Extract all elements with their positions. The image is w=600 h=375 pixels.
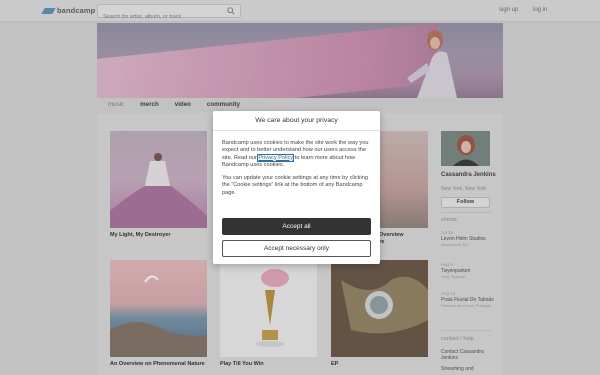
logo-text: bandcamp: [57, 6, 96, 15]
album-cover-art: [110, 153, 207, 228]
album-cover-art: [110, 275, 207, 357]
artist-photo[interactable]: [441, 131, 490, 166]
tab-community[interactable]: community: [207, 101, 240, 108]
banner-figure-image: [407, 30, 457, 98]
tab-video[interactable]: video: [175, 101, 191, 108]
bandcamp-logo-mark-icon: [41, 7, 56, 14]
dialog-title: We care about your privacy: [213, 111, 380, 131]
login-link[interactable]: log in: [533, 7, 547, 13]
album-cover-art: [331, 260, 428, 357]
signup-link[interactable]: sign up: [499, 7, 518, 13]
album-cover[interactable]: [331, 260, 428, 357]
streaming-link[interactable]: Streaming and: [441, 366, 501, 372]
album-title[interactable]: My Light, My Destroyer: [110, 232, 207, 239]
follow-button[interactable]: Follow: [441, 197, 490, 208]
album-title[interactable]: Play Till You Win: [220, 361, 317, 368]
album-item[interactable]: An Overview on Phenomenal Nature: [110, 260, 207, 368]
cookie-consent-dialog: We care about your privacy Bandcamp uses…: [213, 111, 380, 264]
bandcamp-logo[interactable]: bandcamp: [41, 6, 96, 15]
contact-artist-link[interactable]: Contact Cassandra Jenkins: [441, 349, 501, 361]
album-item[interactable]: Play Till You Win: [220, 260, 317, 368]
search-box[interactable]: [97, 4, 241, 23]
accept-necessary-button[interactable]: Accept necessary only: [222, 240, 371, 257]
show-item[interactable]: Aug 6 Tøyenparken Oslo, Norway: [441, 262, 501, 279]
show-city: Oslo, Norway: [441, 274, 466, 279]
show-city: Paredes de Coura, Portugal: [441, 303, 491, 308]
album-title[interactable]: EP: [331, 361, 428, 368]
top-bar: bandcamp sign up log in: [0, 0, 600, 23]
album-item[interactable]: My Light, My Destroyer: [110, 131, 207, 239]
divider: [441, 212, 491, 213]
banner-fabric-image: [97, 23, 437, 98]
album-title[interactable]: An Overview on Phenomenal Nature: [110, 361, 207, 368]
show-item[interactable]: Aug 13 Praia Fluvial Do Taboão Paredes d…: [441, 291, 501, 308]
artist-photo-image: [441, 131, 490, 166]
cookie-paragraph-2: You can update your cookie settings at a…: [222, 175, 368, 196]
show-city: Woodstock, NY: [441, 242, 469, 247]
tab-merch[interactable]: merch: [140, 101, 159, 108]
artist-banner: [97, 23, 503, 98]
album-item[interactable]: EP: [331, 260, 428, 368]
accept-all-button[interactable]: Accept all: [222, 218, 371, 235]
show-item[interactable]: Jul 19 Levon Helm Studios Woodstock, NY: [441, 230, 501, 247]
search-icon[interactable]: [227, 7, 235, 15]
contact-heading: contact / help: [441, 336, 474, 342]
artist-name[interactable]: Cassandra Jenkins: [441, 172, 501, 179]
search-input[interactable]: [98, 11, 218, 23]
tab-music[interactable]: music: [108, 101, 124, 108]
dialog-body: Bandcamp uses cookies to make the site w…: [213, 131, 380, 197]
artist-nav: music merch video community: [108, 101, 256, 108]
divider: [441, 330, 491, 331]
shows-heading: shows: [441, 217, 457, 223]
privacy-policy-link[interactable]: Privacy Policy: [257, 153, 295, 162]
album-cover-art: [255, 269, 289, 347]
cookie-paragraph-1: Bandcamp uses cookies to make the site w…: [222, 140, 371, 169]
artist-location: New York, New York: [441, 186, 487, 192]
album-cover[interactable]: [220, 260, 317, 357]
album-cover[interactable]: [110, 131, 207, 228]
album-cover[interactable]: [110, 260, 207, 357]
